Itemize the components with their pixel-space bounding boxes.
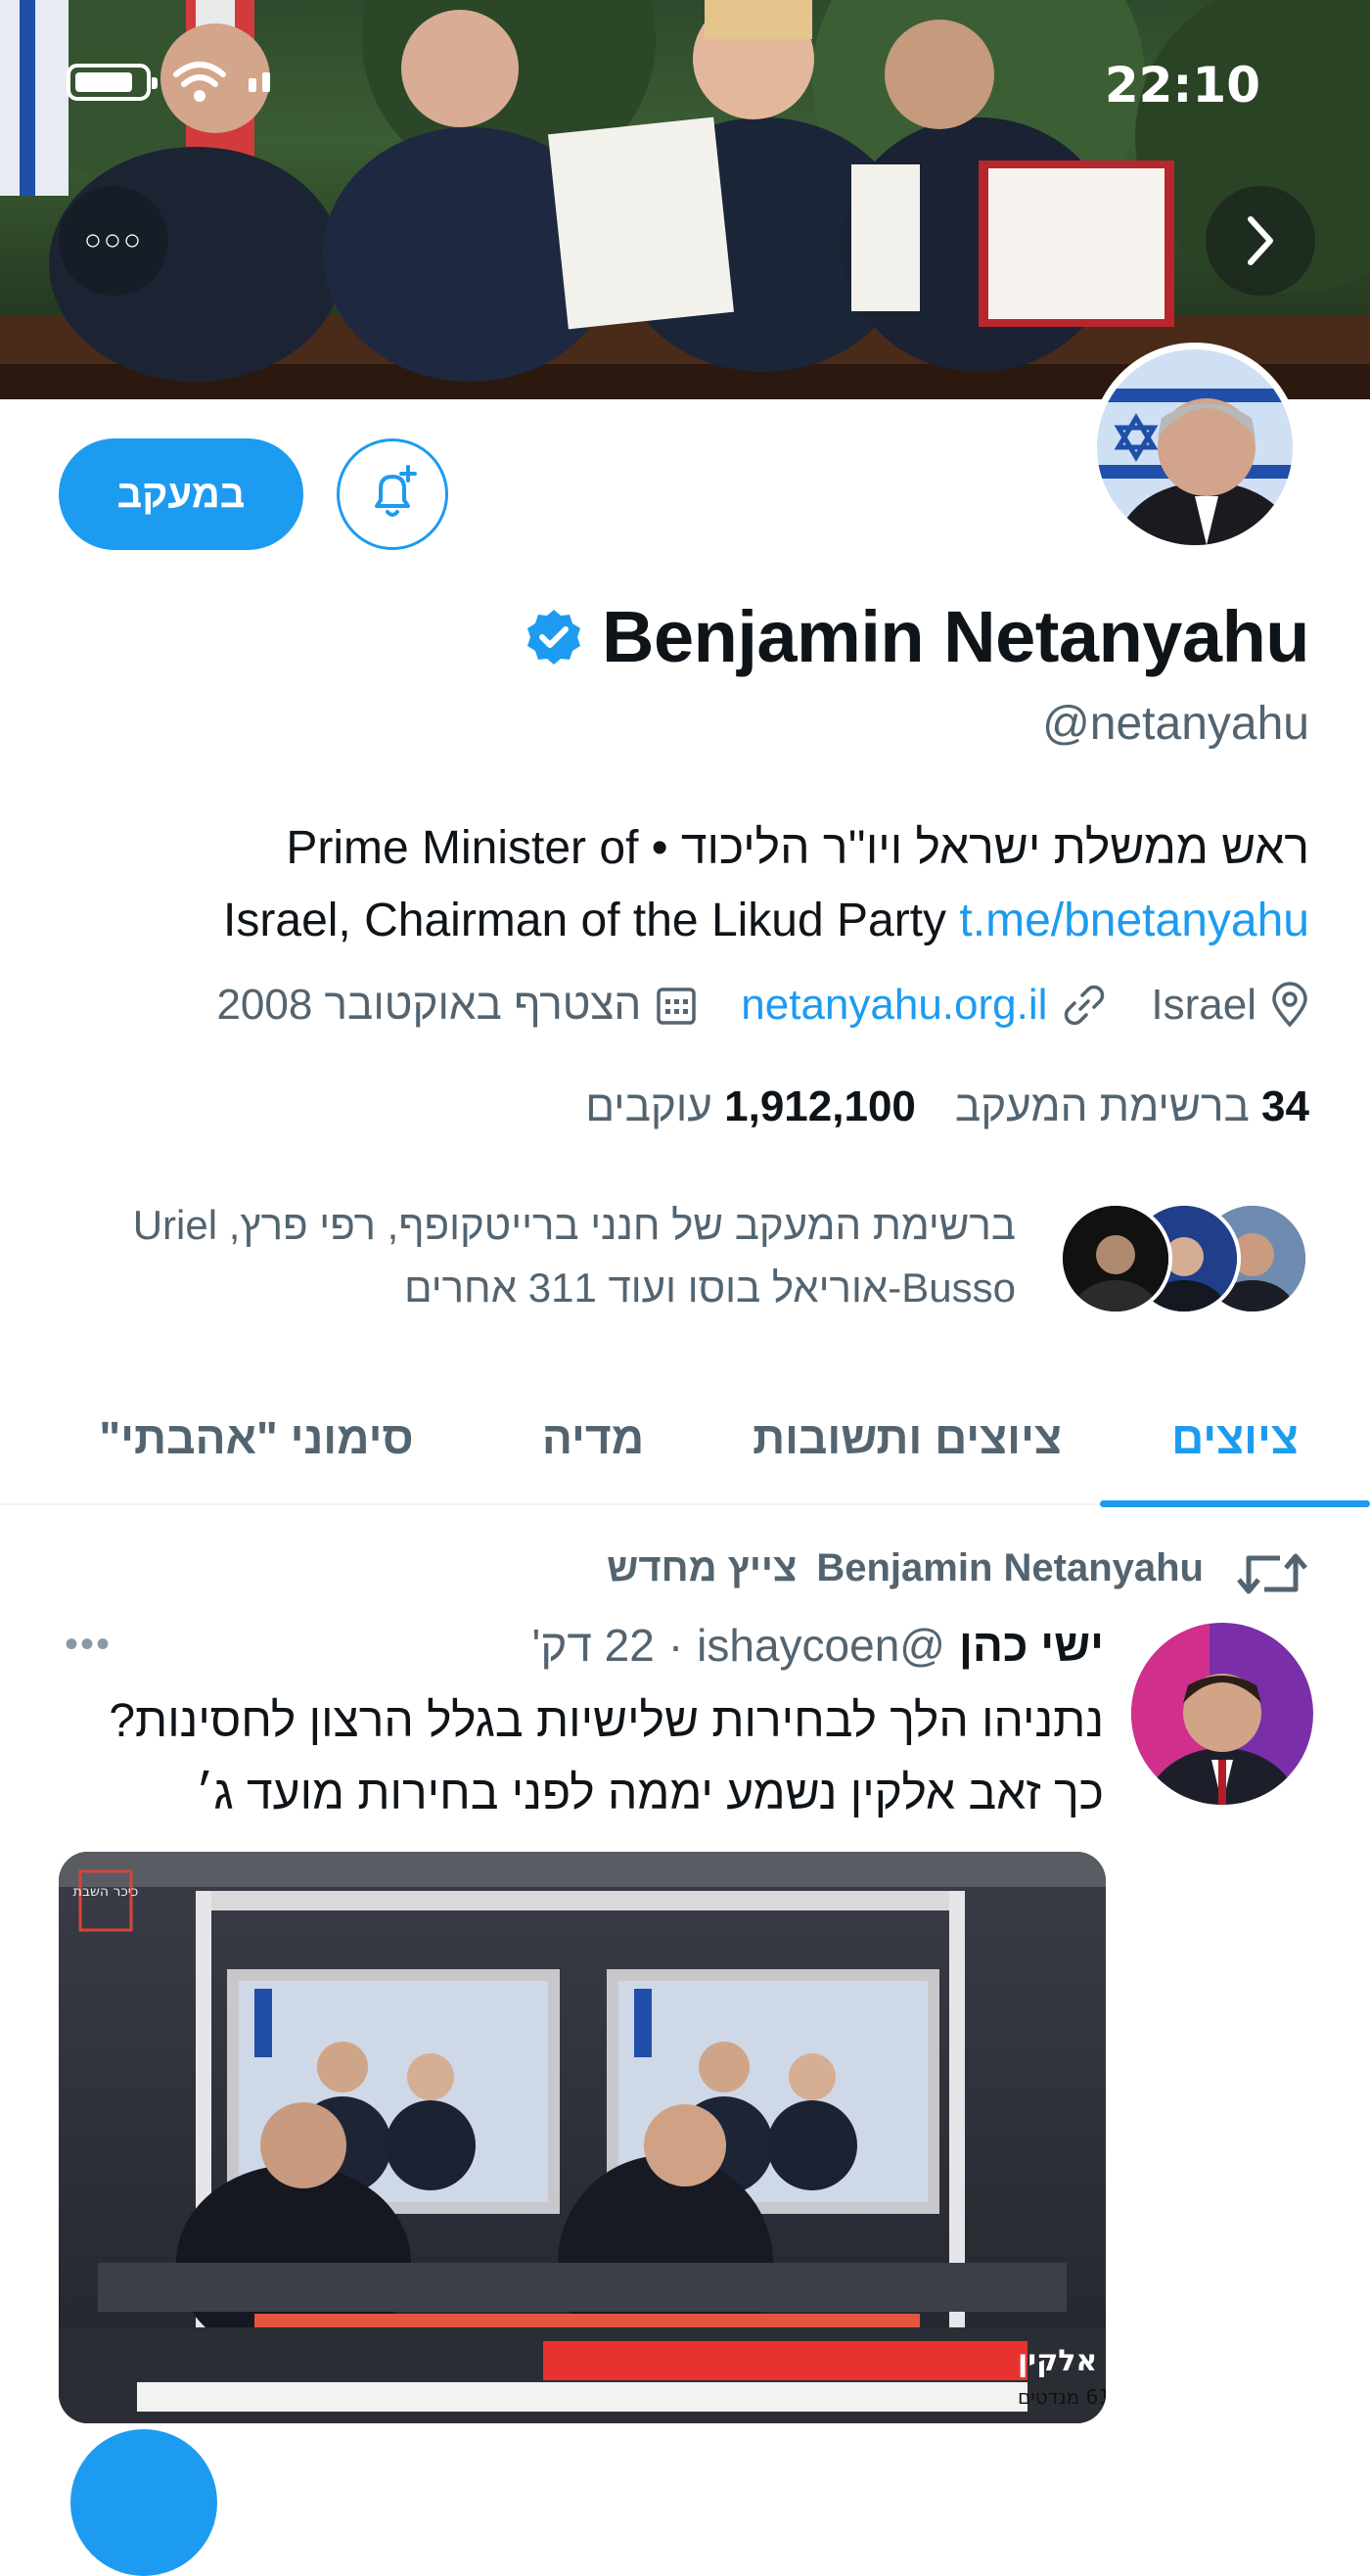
next-button[interactable] xyxy=(1206,186,1315,296)
follower-avatars xyxy=(1055,1196,1309,1317)
tab-tweets-and-replies[interactable]: ציוצים ותשובות xyxy=(714,1370,1100,1505)
join-date-text: הצטרף באוקטובר 2008 xyxy=(216,981,642,1029)
profile-meta: Israel netanyahu.org.il הצטרף באוקטובר 2… xyxy=(216,981,1309,1030)
location-text: Israel xyxy=(1151,981,1256,1029)
tweet-media[interactable]: באולפן: השר זאב אלקין יממה לבחירות: המאמ… xyxy=(59,1852,1106,2423)
join-date: הצטרף באוקטובר 2008 xyxy=(216,981,698,1030)
retweet-icon xyxy=(1237,1553,1307,1594)
tweet-header: ישי כהן @ishaycoen · 22 דק' xyxy=(531,1619,1104,1672)
followers-count[interactable]: 1,912,100 עוקבים xyxy=(585,1082,916,1131)
verified-badge-icon xyxy=(527,609,581,665)
status-time: 22:10 xyxy=(1104,57,1260,114)
followers-you-know-text: ברשימת המעקב של חנני ברייטקופף, רפי פרץ,… xyxy=(132,1202,1016,1311)
tweet-time: 22 דק' xyxy=(531,1620,655,1671)
more-options-button[interactable]: ○○○ xyxy=(59,186,168,296)
followers-you-know[interactable]: ברשימת המעקב של חנני ברייטקופף, רפי פרץ,… xyxy=(57,1194,1309,1319)
avatar-photo xyxy=(1097,349,1293,545)
media-headline: באולפן: השר זאב אלקין xyxy=(1018,2344,1106,2378)
website[interactable]: netanyahu.org.il xyxy=(741,981,1108,1030)
bell-plus-icon xyxy=(375,465,417,517)
profile-handle: @netanyahu xyxy=(1042,698,1309,750)
retweeted-by[interactable]: Benjamin Netanyahu xyxy=(816,1546,1204,1590)
tweet-author-name[interactable]: ישי כהן xyxy=(959,1619,1104,1672)
bio-line-1: ראש ממשלת ישראל ויו''ר הליכוד • Prime Mi… xyxy=(286,822,1309,874)
following-count[interactable]: 34 ברשימת המעקב xyxy=(955,1082,1309,1131)
bio-link[interactable]: t.me/bnetanyahu xyxy=(959,895,1309,946)
tab-likes[interactable]: סימוני "אהבתי" xyxy=(41,1370,472,1505)
name-row: Benjamin Netanyahu xyxy=(524,595,1309,678)
tweet-author-handle: @ishaycoen xyxy=(697,1620,945,1671)
tweet-author-avatar[interactable] xyxy=(1131,1623,1313,1805)
tweet-text: נתניהו הלך לבחירות שלישיות בגלל הרצון לח… xyxy=(109,1695,1104,1819)
author-photo xyxy=(1131,1623,1313,1805)
tab-media[interactable]: מדיה xyxy=(472,1370,714,1505)
profile-avatar[interactable] xyxy=(1090,343,1300,552)
profile-bio: ראש ממשלת ישראל ויו''ר הליכוד • Prime Mi… xyxy=(47,812,1309,957)
signal-icon xyxy=(249,72,270,92)
bio-text: Israel, Chairman of the Likud Party xyxy=(223,895,947,946)
profile-banner[interactable]: 22:10 ○○○ xyxy=(0,0,1370,399)
tweet-separator: · xyxy=(667,1620,684,1671)
tv-studio-image: באולפן: השר זאב אלקין יממה לבחירות: המאמ… xyxy=(59,1852,1106,2423)
display-name: Benjamin Netanyahu xyxy=(602,596,1309,677)
chevron-right-icon xyxy=(1248,216,1273,265)
retweet-label: צייץ מחדש xyxy=(607,1546,798,1589)
follower-avatar xyxy=(1059,1202,1172,1315)
compose-tweet-button[interactable] xyxy=(70,2429,217,2576)
notifications-button[interactable] xyxy=(337,438,448,550)
tweet-more-icon[interactable]: ••• xyxy=(65,1623,112,1667)
status-icons xyxy=(67,61,270,104)
media-ticker: יממה לבחירות: המאמץ האחרון של הימין להשי… xyxy=(1018,2385,1106,2409)
following-button[interactable]: במעקב xyxy=(59,438,303,550)
ellipsis-icon: ○○○ xyxy=(83,224,144,256)
tab-tweets[interactable]: ציוצים xyxy=(1100,1370,1370,1507)
wifi-icon xyxy=(173,62,226,102)
calendar-icon xyxy=(657,988,697,1025)
battery-icon xyxy=(67,64,158,101)
location-pin-icon xyxy=(1272,982,1307,1028)
location: Israel xyxy=(1151,981,1309,1030)
profile-tabs: ציוצים ציוצים ותשובות מדיה סימוני "אהבתי… xyxy=(0,1370,1370,1507)
link-icon xyxy=(1065,985,1105,1026)
media-logo: כיכר השבת xyxy=(73,1884,139,1900)
retweet-context: Benjamin Netanyahu צייץ מחדש xyxy=(607,1546,1204,1590)
follow-counts: 34 ברשימת המעקב 1,912,100 עוקבים xyxy=(585,1082,1309,1131)
website-link[interactable]: netanyahu.org.il xyxy=(741,981,1047,1030)
bio-line-2: Israel, Chairman of the Likud Party t.me… xyxy=(47,885,1309,957)
